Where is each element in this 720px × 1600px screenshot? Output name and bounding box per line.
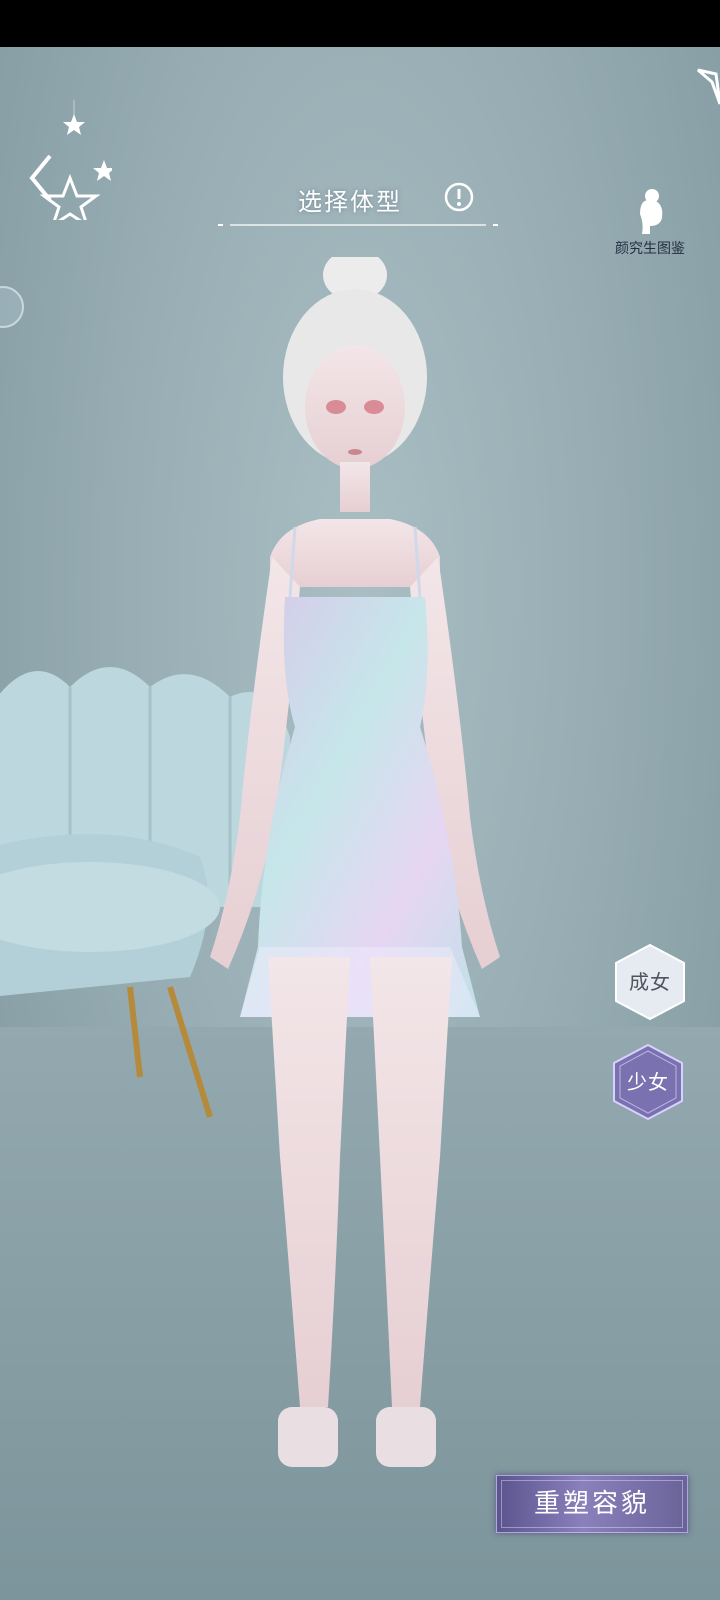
page-title: 选择体型 [298,188,402,216]
studio-button[interactable]: 颜究生图鉴 [606,188,694,262]
title-divider [218,224,498,226]
side-tab[interactable] [0,282,28,332]
status-bar [0,0,720,47]
reshape-face-label: 重塑容貌 [533,1489,650,1519]
character-model [210,257,500,1467]
reshape-face-button[interactable]: 重塑容貌 [496,1475,688,1533]
title-bar: 选择体型 [218,172,498,232]
body-type-teen-label: 少女 [627,1070,669,1094]
studio-label: 颜究生图鉴 [615,241,685,257]
star-icon [697,68,720,105]
body-type-adult-label: 成女 [629,970,671,994]
info-icon[interactable] [444,182,474,212]
body-type-teen-button[interactable]: 少女 [612,1043,684,1121]
back-button[interactable] [22,100,112,220]
game-scene [0,47,720,1600]
female-silhouette-icon [640,189,663,234]
body-type-adult-button[interactable]: 成女 [614,943,686,1021]
